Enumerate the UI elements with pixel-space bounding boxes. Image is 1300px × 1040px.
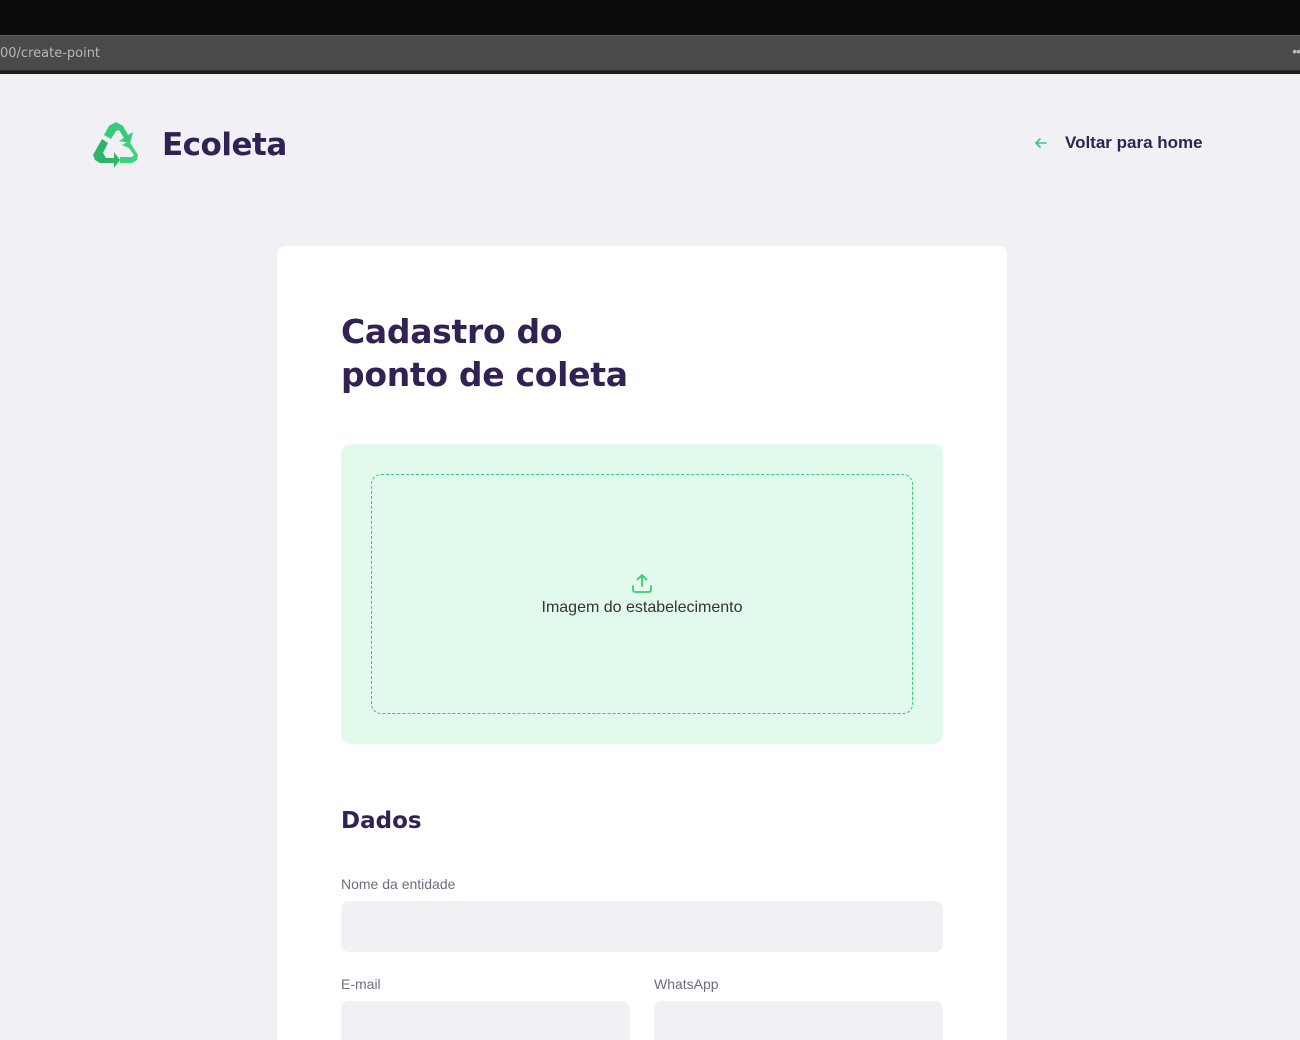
image-dropzone: Imagem do estabelecimento <box>341 444 943 744</box>
email-field-label: E-mail <box>341 976 381 992</box>
entity-name-input[interactable] <box>341 901 943 952</box>
title-line-2: ponto de coleta <box>341 355 628 394</box>
back-to-home-link[interactable]: Voltar para home <box>1033 133 1203 153</box>
logo-text: Ecoleta <box>162 127 287 163</box>
upload-icon <box>632 574 652 593</box>
whatsapp-input[interactable] <box>654 1001 943 1040</box>
browser-menu-icon[interactable]: •• <box>1292 43 1300 59</box>
browser-titlebar <box>0 0 1300 35</box>
browser-divider <box>0 71 1300 74</box>
page-title: Cadastro do ponto de coleta <box>341 310 701 396</box>
address-url[interactable]: 00/create-point <box>0 46 100 61</box>
title-line-1: Cadastro do <box>341 312 563 351</box>
browser-address-bar[interactable]: 00/create-point •• <box>0 35 1300 71</box>
whatsapp-field-label: WhatsApp <box>654 976 719 992</box>
create-point-form: Cadastro do ponto de coleta Imagem do es… <box>277 246 1007 1040</box>
recycle-icon <box>93 122 138 168</box>
section-title-dados: Dados <box>341 808 422 834</box>
name-field-label: Nome da entidade <box>341 876 456 892</box>
arrow-left-icon <box>1035 138 1047 148</box>
email-input[interactable] <box>341 1001 630 1040</box>
ecoleta-logo[interactable]: Ecoleta <box>92 122 287 168</box>
dropzone-label: Imagem do estabelecimento <box>541 599 743 616</box>
image-upload-area[interactable]: Imagem do estabelecimento <box>371 474 913 714</box>
back-link-label: Voltar para home <box>1065 133 1203 152</box>
